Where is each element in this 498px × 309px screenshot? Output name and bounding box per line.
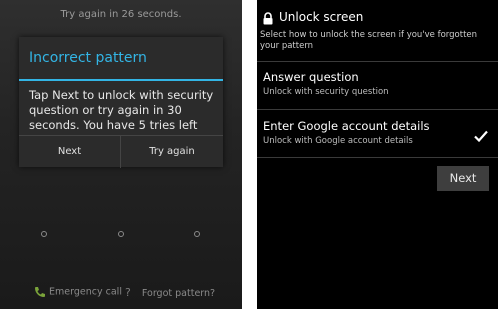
divider [257, 157, 498, 158]
lock-bottom-bar: Emergency call ? Forgot pattern? [0, 286, 242, 300]
emergency-call-button[interactable]: Emergency call [34, 286, 122, 298]
option-title: Answer question [263, 70, 359, 84]
question-mark-icon: ? [125, 286, 131, 299]
pattern-dot-2[interactable] [118, 231, 124, 237]
divider [257, 61, 498, 62]
dialog-try-again-button[interactable]: Try again [121, 136, 223, 168]
forgot-pattern-label: Forgot pattern? [141, 288, 216, 299]
dialog-message: Tap Next to unlock with security questio… [29, 88, 214, 132]
dialog-button-bar: Next Try again [19, 135, 223, 168]
emergency-call-label: Emergency call [49, 286, 122, 298]
phone-icon [34, 287, 49, 298]
lock-icon [262, 10, 274, 29]
option-title: Enter Google account details [263, 119, 430, 133]
dialog-next-button[interactable]: Next [19, 136, 121, 168]
option-description: Unlock with security question [263, 87, 389, 97]
lock-screen: Try again in 26 seconds. Incorrect patte… [0, 0, 242, 309]
forgot-pattern-button[interactable]: ? Forgot pattern? [125, 286, 215, 299]
option-description: Unlock with Google account details [263, 136, 413, 146]
pattern-dot-1[interactable] [41, 231, 47, 237]
dialog-title: Incorrect pattern [29, 50, 147, 66]
divider [257, 109, 498, 110]
dialog-title-divider [19, 79, 223, 81]
option-google-account[interactable]: Enter Google account details Unlock with… [263, 119, 493, 146]
unlock-screen-subtitle: Select how to unlock the screen if you'v… [260, 30, 478, 51]
incorrect-pattern-dialog: Incorrect pattern Tap Next to unlock wit… [19, 37, 223, 168]
unlock-screen: Unlock screen Select how to unlock the s… [257, 0, 498, 309]
pattern-dot-3[interactable] [194, 231, 200, 237]
next-button[interactable]: Next [437, 166, 489, 191]
checkmark-icon [474, 127, 488, 146]
option-answer-question[interactable]: Answer question Unlock with security que… [263, 70, 493, 97]
lockout-countdown: Try again in 26 seconds. [60, 9, 182, 20]
unlock-screen-title: Unlock screen [279, 10, 364, 24]
